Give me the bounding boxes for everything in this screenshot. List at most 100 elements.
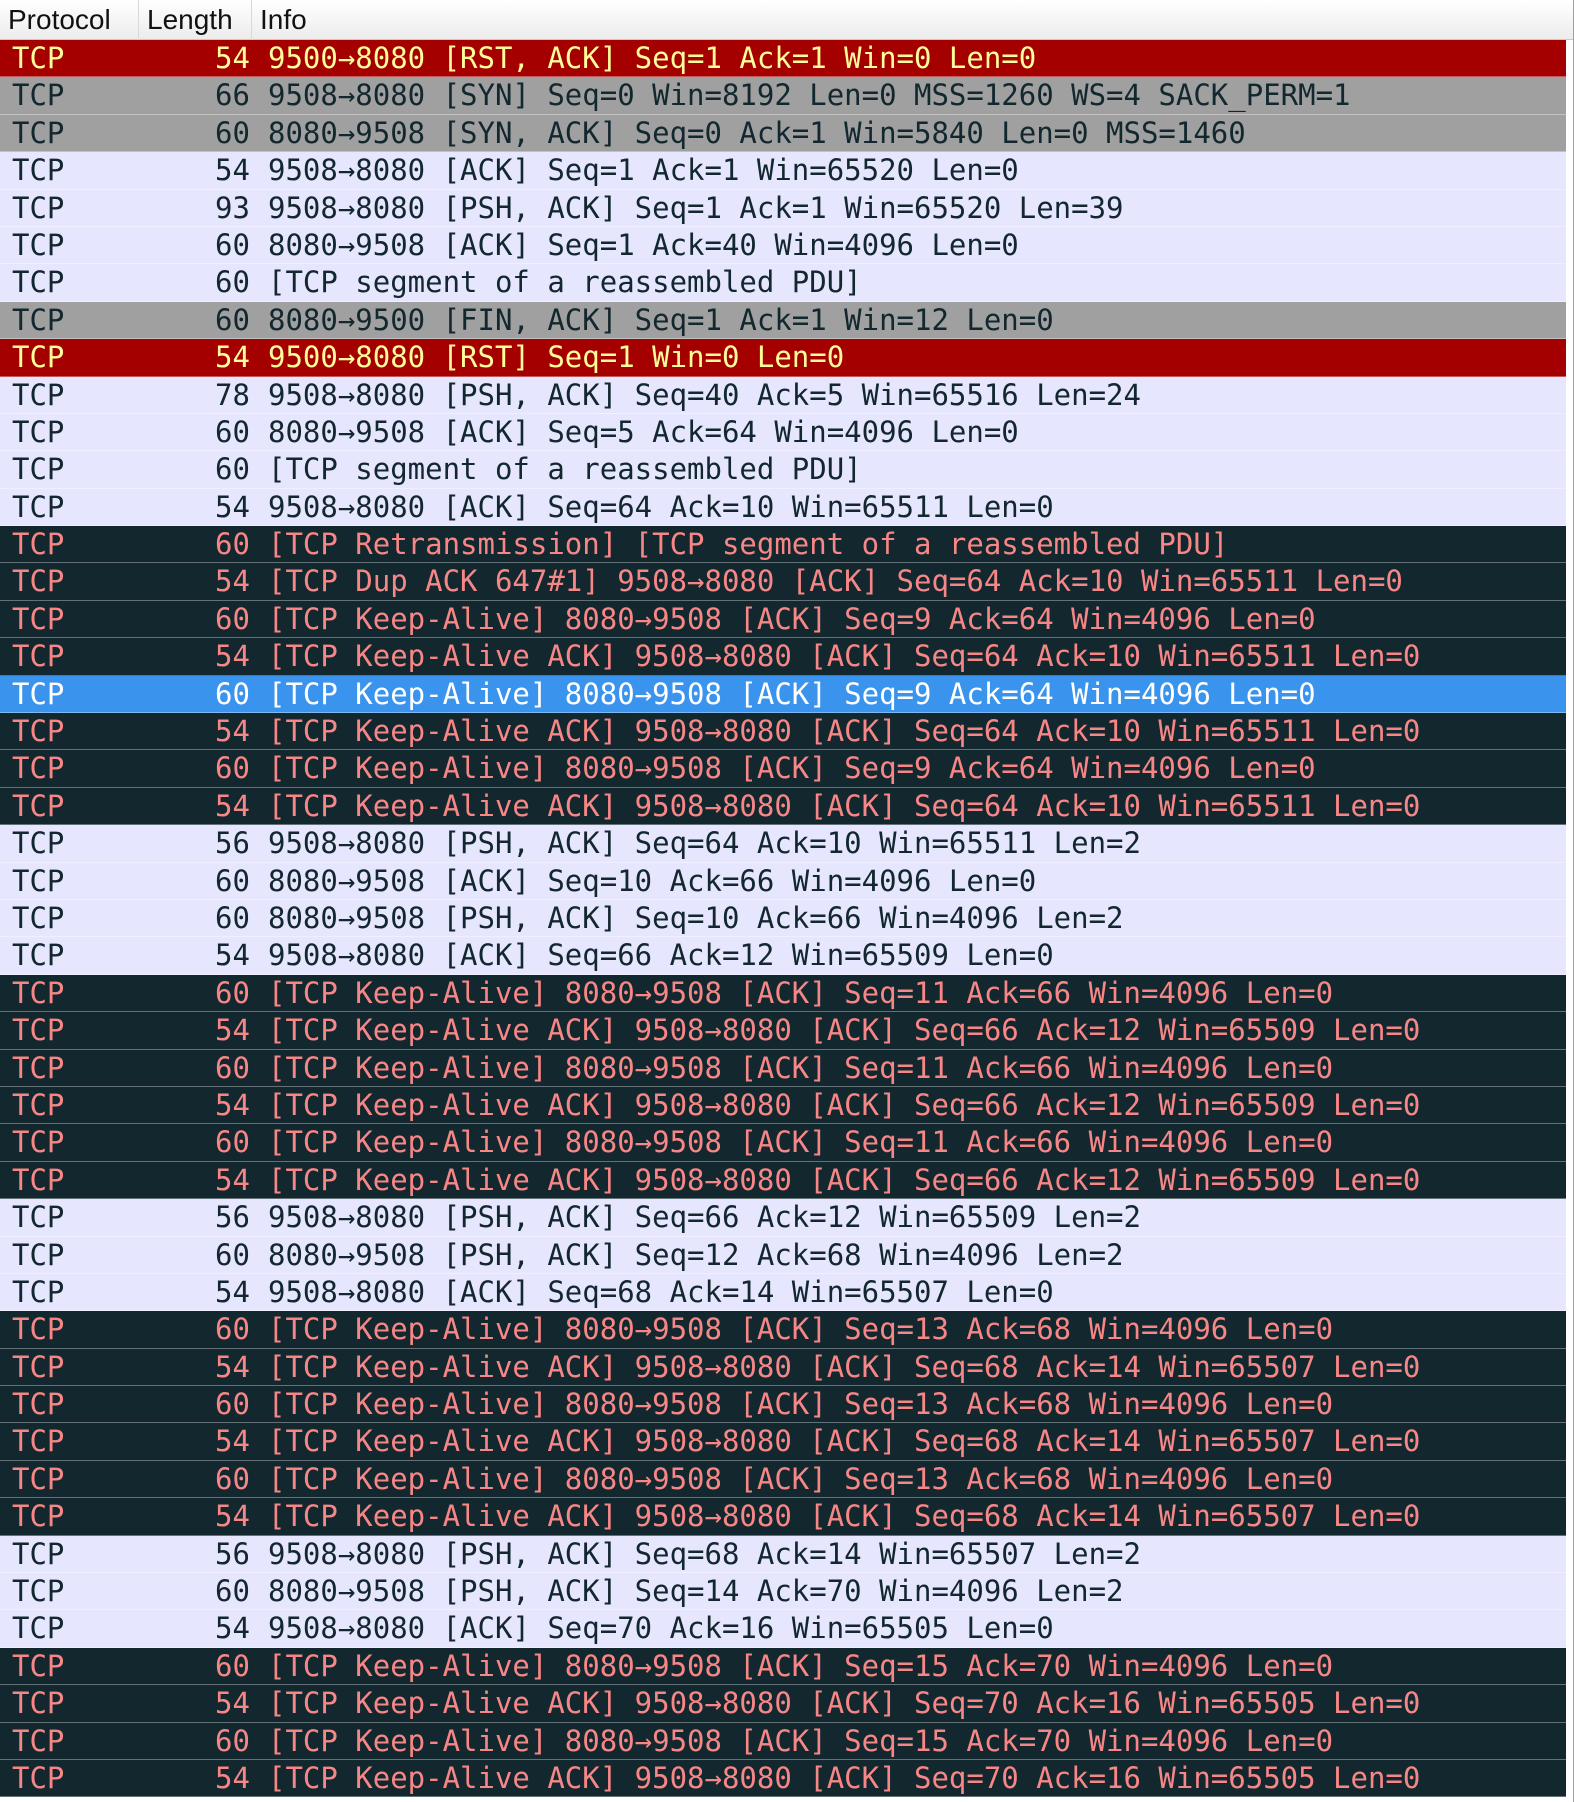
packet-row[interactable]: TCP 60 8080→9508 [PSH, ACK] Seq=14 Ack=70 … (0, 1573, 1566, 1611)
packet-row[interactable]: TCP 54 9500→8080 [RST, ACK] Seq=1 Ack=1 Wi… (0, 40, 1566, 78)
packet-protocol: TCP (12, 564, 65, 599)
packet-row-selected[interactable]: TCP 60 [TCP Keep-Alive] 8080→9508 [ACK] Se… (0, 675, 1566, 714)
packet-protocol: TCP (12, 377, 65, 412)
packet-row[interactable]: TCP 60 [TCP Keep-Alive] 8080→9508 [ACK] Se… (0, 1722, 1566, 1760)
packet-row[interactable]: TCP 78 9508→8080 [PSH, ACK] Seq=40 Ack=5 W… (0, 376, 1566, 414)
packet-row[interactable]: TCP 60 [TCP Retransmission] [TCP segment o… (0, 526, 1566, 564)
packet-row[interactable]: TCP 54 9500→8080 [RST] Seq=1 Win=0 Len=0 (0, 339, 1566, 377)
packet-protocol: TCP (12, 1087, 65, 1122)
packet-list[interactable]: Protocol Length Info TCP 54 9500→8080 [RST… (0, 0, 1574, 1802)
packet-row[interactable]: TCP 60 [TCP Keep-Alive] 8080→9508 [ACK] Se… (0, 600, 1566, 639)
packet-length: 60 (215, 1387, 250, 1422)
packet-row[interactable]: TCP 54 [TCP Keep-Alive ACK] 9508→8080 [ACK… (0, 1423, 1566, 1461)
packet-row[interactable]: TCP 60 8080→9508 [ACK] Seq=10 Ack=66 Win=4… (0, 862, 1566, 900)
packet-info: 9508→8080 [PSH, ACK] Seq=64 Ack=10 Win=6… (268, 826, 1141, 861)
packet-row[interactable]: TCP 54 [TCP Keep-Alive ACK] 9508→8080 [ACK… (0, 1685, 1566, 1723)
packet-length: 60 (215, 265, 250, 300)
packet-info: [TCP Keep-Alive ACK] 9508→8080 [ACK] Seq… (268, 788, 1421, 823)
packet-protocol: TCP (12, 452, 65, 487)
packet-length: 54 (215, 1349, 250, 1384)
packet-row[interactable]: TCP 54 [TCP Keep-Alive ACK] 9508→8080 [ACK… (0, 713, 1566, 751)
packet-length: 60 (215, 452, 250, 487)
packet-row[interactable]: TCP 60 [TCP Keep-Alive] 8080→9508 [ACK] Se… (0, 1460, 1566, 1499)
packet-row[interactable]: TCP 54 [TCP Keep-Alive ACK] 9508→8080 [ACK… (0, 1012, 1566, 1050)
packet-row[interactable]: TCP 56 9508→8080 [PSH, ACK] Seq=66 Ack=12 … (0, 1199, 1566, 1237)
packet-info: [TCP Keep-Alive ACK] 9508→8080 [ACK] Seq… (268, 1686, 1421, 1721)
packet-length: 60 (215, 751, 250, 786)
packet-info: [TCP Keep-Alive] 8080→9508 [ACK] Seq=9 A… (268, 751, 1316, 786)
packet-row[interactable]: TCP 60 [TCP Keep-Alive] 8080→9508 [ACK] Se… (0, 1311, 1566, 1349)
packet-length: 56 (215, 1536, 250, 1571)
packet-row[interactable]: TCP 60 [TCP Keep-Alive] 8080→9508 [ACK] Se… (0, 1386, 1566, 1424)
packet-row[interactable]: TCP 54 [TCP Keep-Alive ACK] 9508→8080 [ACK… (0, 1161, 1566, 1200)
packet-row[interactable]: TCP 60 8080→9508 [SYN, ACK] Seq=0 Ack=1 Wi… (0, 114, 1566, 153)
packet-row[interactable]: TCP 93 9508→8080 [PSH, ACK] Seq=1 Ack=1 Wi… (0, 189, 1566, 227)
packet-row[interactable]: TCP 54 [TCP Keep-Alive ACK] 9508→8080 [ACK… (0, 1759, 1566, 1798)
packet-protocol: TCP (12, 601, 65, 636)
packet-length: 60 (215, 601, 250, 636)
packet-row[interactable]: TCP 54 [TCP Keep-Alive ACK] 9508→8080 [ACK… (0, 787, 1566, 826)
packet-protocol: TCP (12, 265, 65, 300)
packet-row[interactable]: TCP 54 9508→8080 [ACK] Seq=66 Ack=12 Win=6… (0, 937, 1566, 975)
packet-row[interactable]: TCP 54 9508→8080 [ACK] Seq=68 Ack=14 Win=6… (0, 1273, 1566, 1312)
packet-protocol: TCP (12, 938, 65, 973)
packet-row[interactable]: TCP 60 8080→9508 [ACK] Seq=1 Ack=40 Win=40… (0, 226, 1566, 265)
column-header-info[interactable]: Info (252, 0, 1573, 40)
packet-row[interactable]: TCP 60 [TCP segment of a reassembled PDU] (0, 264, 1566, 302)
packet-length: 54 (215, 489, 250, 524)
packet-protocol: TCP (12, 788, 65, 823)
packet-row[interactable]: TCP 54 [TCP Keep-Alive ACK] 9508→8080 [ACK… (0, 1498, 1566, 1536)
packet-row[interactable]: TCP 54 [TCP Keep-Alive ACK] 9508→8080 [ACK… (0, 1086, 1566, 1125)
packet-row[interactable]: TCP 60 [TCP Keep-Alive] 8080→9508 [ACK] Se… (0, 1049, 1566, 1087)
packet-length: 54 (215, 1013, 250, 1048)
packet-row[interactable]: TCP 60 [TCP Keep-Alive] 8080→9508 [ACK] Se… (0, 1647, 1566, 1686)
packet-row[interactable]: TCP 56 9508→8080 [PSH, ACK] Seq=68 Ack=14 … (0, 1535, 1566, 1574)
packet-row[interactable]: TCP 60 [TCP Keep-Alive] 8080→9508 [ACK] Se… (0, 974, 1566, 1013)
packet-row[interactable]: TCP 54 [TCP Keep-Alive ACK] 9508→8080 [ACK… (0, 638, 1566, 676)
packet-info: 9508→8080 [PSH, ACK] Seq=68 Ack=14 Win=6… (268, 1536, 1141, 1571)
packet-length: 60 (215, 1461, 250, 1496)
packet-row[interactable]: TCP 60 8080→9500 [FIN, ACK] Seq=1 Ack=1 Wi… (0, 301, 1566, 340)
column-header-length[interactable]: Length (139, 0, 252, 40)
packet-protocol: TCP (12, 1050, 65, 1085)
packet-row[interactable]: TCP 60 8080→9508 [ACK] Seq=5 Ack=64 Win=40… (0, 413, 1566, 452)
column-header-protocol[interactable]: Protocol (0, 0, 139, 40)
packet-info: [TCP Keep-Alive] 8080→9508 [ACK] Seq=11 … (268, 1125, 1334, 1160)
packet-info: 8080→9508 [SYN, ACK] Seq=0 Ack=1 Win=584… (268, 115, 1246, 150)
packet-info: 8080→9508 [ACK] Seq=5 Ack=64 Win=4096 Le… (268, 414, 1019, 449)
packet-row[interactable]: TCP 54 [TCP Dup ACK 647#1] 9508→8080 [ACK]… (0, 563, 1566, 601)
packet-protocol: TCP (12, 78, 65, 113)
packet-length: 54 (215, 564, 250, 599)
packet-row[interactable]: TCP 54 9508→8080 [ACK] Seq=1 Ack=1 Win=655… (0, 152, 1566, 190)
packet-row[interactable]: TCP 54 9508→8080 [ACK] Seq=70 Ack=16 Win=6… (0, 1610, 1566, 1648)
packet-row[interactable]: TCP 66 9508→8080 [SYN] Seq=0 Win=8192 Len=… (0, 77, 1566, 115)
packet-info: [TCP Keep-Alive] 8080→9508 [ACK] Seq=15 … (268, 1723, 1334, 1758)
packet-row[interactable]: TCP 60 [TCP segment of a reassembled PDU] (0, 451, 1566, 489)
packet-info: 8080→9508 [PSH, ACK] Seq=14 Ack=70 Win=4… (268, 1574, 1124, 1609)
packet-protocol: TCP (12, 302, 65, 337)
packet-protocol: TCP (12, 340, 65, 375)
packet-length: 54 (215, 1686, 250, 1721)
packet-protocol: TCP (12, 227, 65, 262)
packet-row[interactable]: TCP 54 [TCP Keep-Alive ACK] 9508→8080 [ACK… (0, 1348, 1566, 1387)
packet-row[interactable]: TCP 60 [TCP Keep-Alive] 8080→9508 [ACK] Se… (0, 1124, 1566, 1162)
packet-protocol: TCP (12, 639, 65, 674)
packet-row[interactable]: TCP 54 9508→8080 [ACK] Seq=64 Ack=10 Win=6… (0, 488, 1566, 527)
packet-info: [TCP Keep-Alive] 8080→9508 [ACK] Seq=13 … (268, 1312, 1334, 1347)
packet-row[interactable]: TCP 60 [TCP Keep-Alive] 8080→9508 [ACK] Se… (0, 750, 1566, 788)
packet-info: 8080→9508 [PSH, ACK] Seq=12 Ack=68 Win=4… (268, 1237, 1124, 1272)
packet-row[interactable]: TCP 60 8080→9508 [PSH, ACK] Seq=10 Ack=66 … (0, 899, 1566, 938)
packet-info: [TCP Retransmission] [TCP segment of a r… (268, 527, 1229, 562)
packet-protocol: TCP (12, 1013, 65, 1048)
packet-length: 66 (215, 78, 250, 113)
packet-protocol: TCP (12, 1312, 65, 1347)
column-header-bar: Protocol Length Info (0, 0, 1573, 40)
packet-info: 9500→8080 [RST, ACK] Seq=1 Ack=1 Win=0 L… (268, 41, 1037, 75)
packet-protocol: TCP (12, 676, 65, 711)
packet-row[interactable]: TCP 60 8080→9508 [PSH, ACK] Seq=12 Ack=68 … (0, 1236, 1566, 1274)
packet-row[interactable]: TCP 56 9508→8080 [PSH, ACK] Seq=64 Ack=10 … (0, 825, 1566, 863)
packet-info: 9508→8080 [ACK] Seq=64 Ack=10 Win=65511 … (268, 489, 1054, 524)
packet-info: 9508→8080 [PSH, ACK] Seq=1 Ack=1 Win=655… (268, 190, 1124, 225)
packet-info: [TCP Keep-Alive] 8080→9508 [ACK] Seq=13 … (268, 1461, 1334, 1496)
packet-info: [TCP Keep-Alive] 8080→9508 [ACK] Seq=13 … (268, 1387, 1334, 1422)
